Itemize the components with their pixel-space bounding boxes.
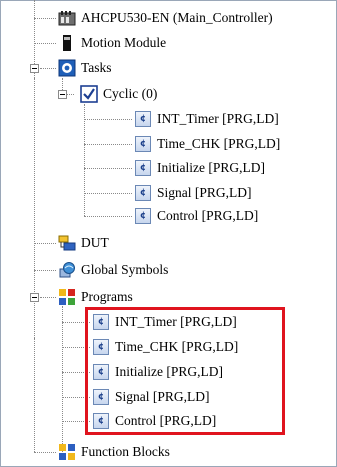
program-icon: ¢ [134,135,152,153]
tree-item-task-program[interactable]: ¢ Control [PRG,LD] [134,204,258,228]
tree-item-controller[interactable]: AHCPU530-EN (Main_Controller) [58,6,273,30]
tree-item-label: Motion Module [81,35,167,50]
tree-item-label: Tasks [81,60,112,75]
tree-guide [34,338,35,452]
tasks-gear-icon [58,59,76,77]
programs-collapse-toggle[interactable] [30,293,39,302]
plc-controller-icon [58,9,76,27]
program-icon: ¢ [134,110,152,128]
tree-guide [84,216,132,217]
module-icon [58,34,76,52]
tree-item-label: Control [PRG,LD] [157,208,259,223]
dut-icon [58,234,76,252]
tree-guide [84,144,132,145]
tree-guide [84,104,85,216]
tree-item-task-program[interactable]: ¢ Time_CHK [PRG,LD] [134,132,280,156]
tree-item-label: Programs [81,289,133,304]
tree-item-label: AHCPU530-EN (Main_Controller) [81,10,273,25]
tree-item-global-symbols[interactable]: Global Symbols [58,258,168,282]
tree-item-motion-module[interactable]: Motion Module [58,31,166,55]
red-highlight-box [85,307,285,435]
tree-item-cyclic[interactable]: Cyclic (0) [80,82,157,106]
tree-guide [34,270,56,271]
tasks-collapse-toggle[interactable] [30,64,39,73]
tree-guide [40,297,56,298]
tree-guide [34,452,56,453]
tree-item-task-program[interactable]: ¢ INT_Timer [PRG,LD] [134,107,279,131]
tree-item-label: INT_Timer [PRG,LD] [157,111,279,126]
tree-item-label: Function Blocks [81,444,170,459]
programs-folder-icon [58,288,76,306]
tree-item-label: DUT [81,235,109,250]
tree-item-label: Cyclic (0) [103,86,158,101]
program-icon: ¢ [134,207,152,225]
tree-item-function-blocks[interactable]: Function Blocks [58,440,170,464]
globe-icon [58,261,76,279]
tree-item-label: Time_CHK [PRG,LD] [157,136,281,151]
tree-guide [34,43,56,44]
tree-item-label: Global Symbols [81,262,169,277]
tree-guide [40,68,56,69]
tree-guide [84,168,132,169]
tree-guide [84,119,132,120]
tree-guide [34,243,56,244]
program-icon: ¢ [134,184,152,202]
tree-item-task-program[interactable]: ¢ Signal [PRG,LD] [134,181,252,205]
tree-item-label: Initialize [PRG,LD] [157,160,265,175]
tree-guide [34,18,56,19]
tree-guide [84,193,132,194]
tree-guide [62,306,63,452]
program-icon: ¢ [134,159,152,177]
tree-item-programs[interactable]: Programs [58,285,133,309]
tree-item-task-program[interactable]: ¢ Initialize [PRG,LD] [134,156,265,180]
cyclic-collapse-toggle[interactable] [58,90,67,99]
tree-item-label: Signal [PRG,LD] [157,185,252,200]
function-blocks-icon [58,443,76,461]
tree-item-tasks[interactable]: Tasks [58,56,112,80]
checkbox-icon [80,85,98,103]
tree-item-dut[interactable]: DUT [58,231,109,255]
project-tree: AHCPU530-EN (Main_Controller) Motion Mod… [0,0,337,467]
